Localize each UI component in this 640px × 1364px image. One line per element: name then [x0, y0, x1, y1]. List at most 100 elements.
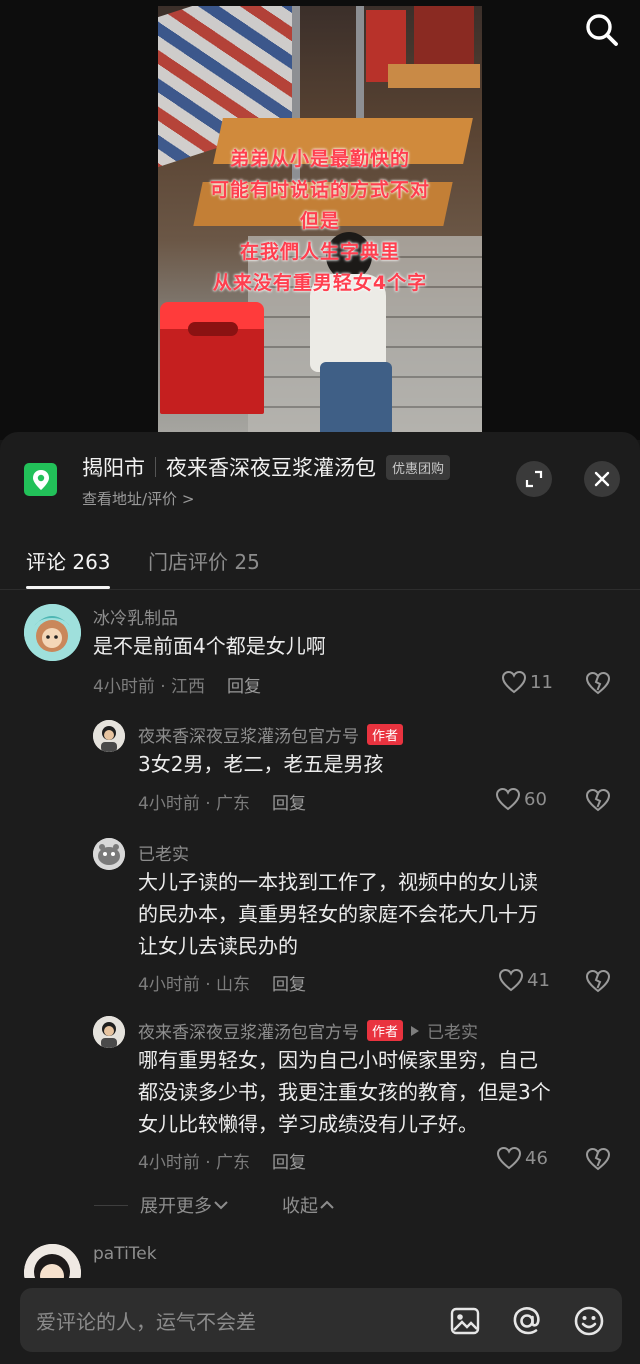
dislike-button[interactable] [585, 1147, 611, 1175]
expand-button[interactable] [516, 461, 552, 497]
broken-heart-icon [585, 788, 611, 812]
heart-icon [496, 1146, 522, 1170]
like-count: 11 [530, 671, 553, 693]
avatar[interactable] [24, 1244, 81, 1280]
comment-text-line: 哪有重男轻女，因为自己小时候家里穷，自己 [138, 1048, 538, 1072]
comment-text-line: 女儿比较懒得，学习成绩没有儿子好。 [138, 1112, 478, 1136]
comment-username[interactable]: 夜来香深夜豆浆灌汤包官方号 [138, 722, 359, 747]
search-button[interactable] [582, 10, 622, 50]
emoji-button[interactable] [572, 1304, 606, 1338]
caption-line: 可能有时说话的方式不对 [209, 179, 430, 201]
heart-icon [501, 670, 527, 694]
comment-time: 4小时前 · 山东 [138, 975, 251, 995]
heart-icon [495, 787, 521, 811]
like-button[interactable]: 11 [501, 670, 553, 694]
broken-heart-icon [585, 671, 611, 695]
expand-more-button[interactable]: 展开更多 [140, 1192, 230, 1218]
comment-username[interactable]: 冰冷乳制品 [93, 604, 178, 629]
location-title[interactable]: 揭阳市 夜来香深夜豆浆灌汤包 优惠团购 [82, 452, 451, 482]
comment-text-line: 的民办本，真重男轻女的家庭不会花大几十万 [138, 902, 538, 926]
comment-time: 4小时前 · 广东 [138, 794, 251, 814]
video-stool [160, 302, 264, 414]
reply-username-row: 夜来香深夜豆浆灌汤包官方号 作者 已老实 [138, 1018, 478, 1043]
view-address-link[interactable]: 查看地址/评价 > [82, 488, 194, 509]
comment-username[interactable]: 夜来香深夜豆浆灌汤包官方号 [138, 1018, 359, 1043]
group-buy-badge[interactable]: 优惠团购 [386, 454, 451, 480]
caption-line: 但是 [299, 210, 340, 232]
broken-heart-icon [585, 969, 611, 993]
reply-button[interactable]: 回复 [272, 975, 306, 995]
comment-text-line: 大儿子读的一本找到工作了，视频中的女儿读 [138, 870, 538, 894]
like-button[interactable]: 41 [498, 968, 550, 992]
emoji-icon [574, 1306, 604, 1336]
tab-store-reviews[interactable]: 门店评价 25 [148, 546, 260, 575]
store-name: 夜来香深夜豆浆灌汤包 [166, 456, 376, 480]
comment-sheet: 揭阳市 夜来香深夜豆浆灌汤包 优惠团购 查看地址/评价 > 评论 263 门店评… [0, 432, 640, 1364]
mention-button[interactable] [510, 1304, 544, 1338]
divider [94, 1204, 128, 1206]
comment-meta: 4小时前 · 广东 回复 [138, 789, 306, 814]
caption-line: 从来没有重男轻女4个字 [212, 272, 428, 294]
dislike-button[interactable] [585, 788, 611, 816]
collapse-button[interactable]: 收起 [282, 1192, 336, 1218]
comment-username[interactable]: paTiTek [93, 1244, 157, 1264]
avatar[interactable] [24, 604, 81, 661]
thread-controls: 展开更多 收起 [94, 1190, 494, 1220]
avatar[interactable] [93, 720, 125, 752]
reply-button[interactable]: 回复 [272, 1153, 306, 1173]
tab-comments[interactable]: 评论 263 [26, 546, 111, 575]
image-button[interactable] [448, 1304, 482, 1338]
video-sign-2 [414, 6, 474, 66]
comment-time: 4小时前 · 江西 [93, 677, 206, 697]
comment-text-line: 都没读多少书，我更注重女孩的教育，但是3个 [138, 1080, 551, 1104]
author-badge: 作者 [367, 1020, 404, 1041]
comment-time: 4小时前 · 广东 [138, 1153, 251, 1173]
expand-icon [525, 470, 543, 488]
caption-line: 在我們人生字典里 [239, 241, 400, 263]
comment-text-line: 让女儿去读民办的 [138, 934, 298, 958]
image-icon [450, 1307, 480, 1335]
collapse-label: 收起 [282, 1196, 318, 1217]
like-count: 41 [527, 969, 550, 991]
video-player[interactable]: 弟弟从小是最勤快的 可能有时说话的方式不对 但是 在我們人生字典里 从来没有重男… [0, 0, 640, 440]
comment-input-placeholder: 爱评论的人，运气不会差 [36, 1310, 256, 1334]
like-button[interactable]: 60 [495, 787, 547, 811]
close-button[interactable] [584, 461, 620, 497]
reply-button[interactable]: 回复 [272, 794, 306, 814]
reply-username-row: 夜来香深夜豆浆灌汤包官方号 作者 [138, 722, 404, 747]
dislike-button[interactable] [585, 671, 611, 699]
video-caption: 弟弟从小是最勤快的 可能有时说话的方式不对 但是 在我們人生字典里 从来没有重男… [158, 144, 482, 299]
broken-heart-icon [585, 1147, 611, 1171]
tab-bar: 评论 263 门店评价 25 [0, 536, 640, 590]
comment-input-bar: 爱评论的人，运气不会差 [0, 1278, 640, 1364]
comment-item: paTiTek [0, 1240, 640, 1280]
comment-text: 大儿子读的一本找到工作了，视频中的女儿读 的民办本，真重男轻女的家庭不会花大几十… [138, 866, 538, 962]
at-icon [513, 1307, 540, 1335]
video-frame[interactable]: 弟弟从小是最勤快的 可能有时说话的方式不对 但是 在我們人生字典里 从来没有重男… [158, 6, 482, 432]
like-button[interactable]: 46 [496, 1146, 548, 1170]
divider [155, 457, 156, 477]
heart-icon [498, 968, 524, 992]
avatar[interactable] [93, 838, 125, 870]
active-tab-indicator [26, 586, 110, 589]
search-icon [586, 14, 618, 46]
reply-button[interactable]: 回复 [227, 677, 261, 697]
video-child-jeans [320, 362, 392, 432]
comment-input[interactable]: 爱评论的人，运气不会差 [20, 1288, 622, 1352]
like-count: 46 [525, 1147, 548, 1169]
location-pin-icon [24, 463, 57, 496]
like-count: 60 [524, 788, 547, 810]
avatar[interactable] [93, 1016, 125, 1048]
location-city: 揭阳市 [82, 456, 145, 480]
location-header[interactable]: 揭阳市 夜来香深夜豆浆灌汤包 优惠团购 查看地址/评价 > [0, 432, 640, 536]
video-table [388, 64, 480, 88]
expand-more-label: 展开更多 [140, 1196, 212, 1217]
comment-text: 3女2男，老二，老五是男孩 [138, 752, 384, 776]
comment-meta: 4小时前 · 江西 回复 [93, 672, 261, 697]
comment-text: 哪有重男轻女，因为自己小时候家里穷，自己 都没读多少书，我更注重女孩的教育，但是… [138, 1044, 551, 1140]
comment-list: 冰冷乳制品 是不是前面4个都是女儿啊 4小时前 · 江西 回复 11 夜来香深夜豆… [0, 590, 640, 1290]
comment-meta: 4小时前 · 山东 回复 [138, 970, 306, 995]
comment-username[interactable]: 已老实 [138, 840, 189, 865]
reply-to[interactable]: 已老实 [411, 1018, 478, 1043]
dislike-button[interactable] [585, 969, 611, 997]
